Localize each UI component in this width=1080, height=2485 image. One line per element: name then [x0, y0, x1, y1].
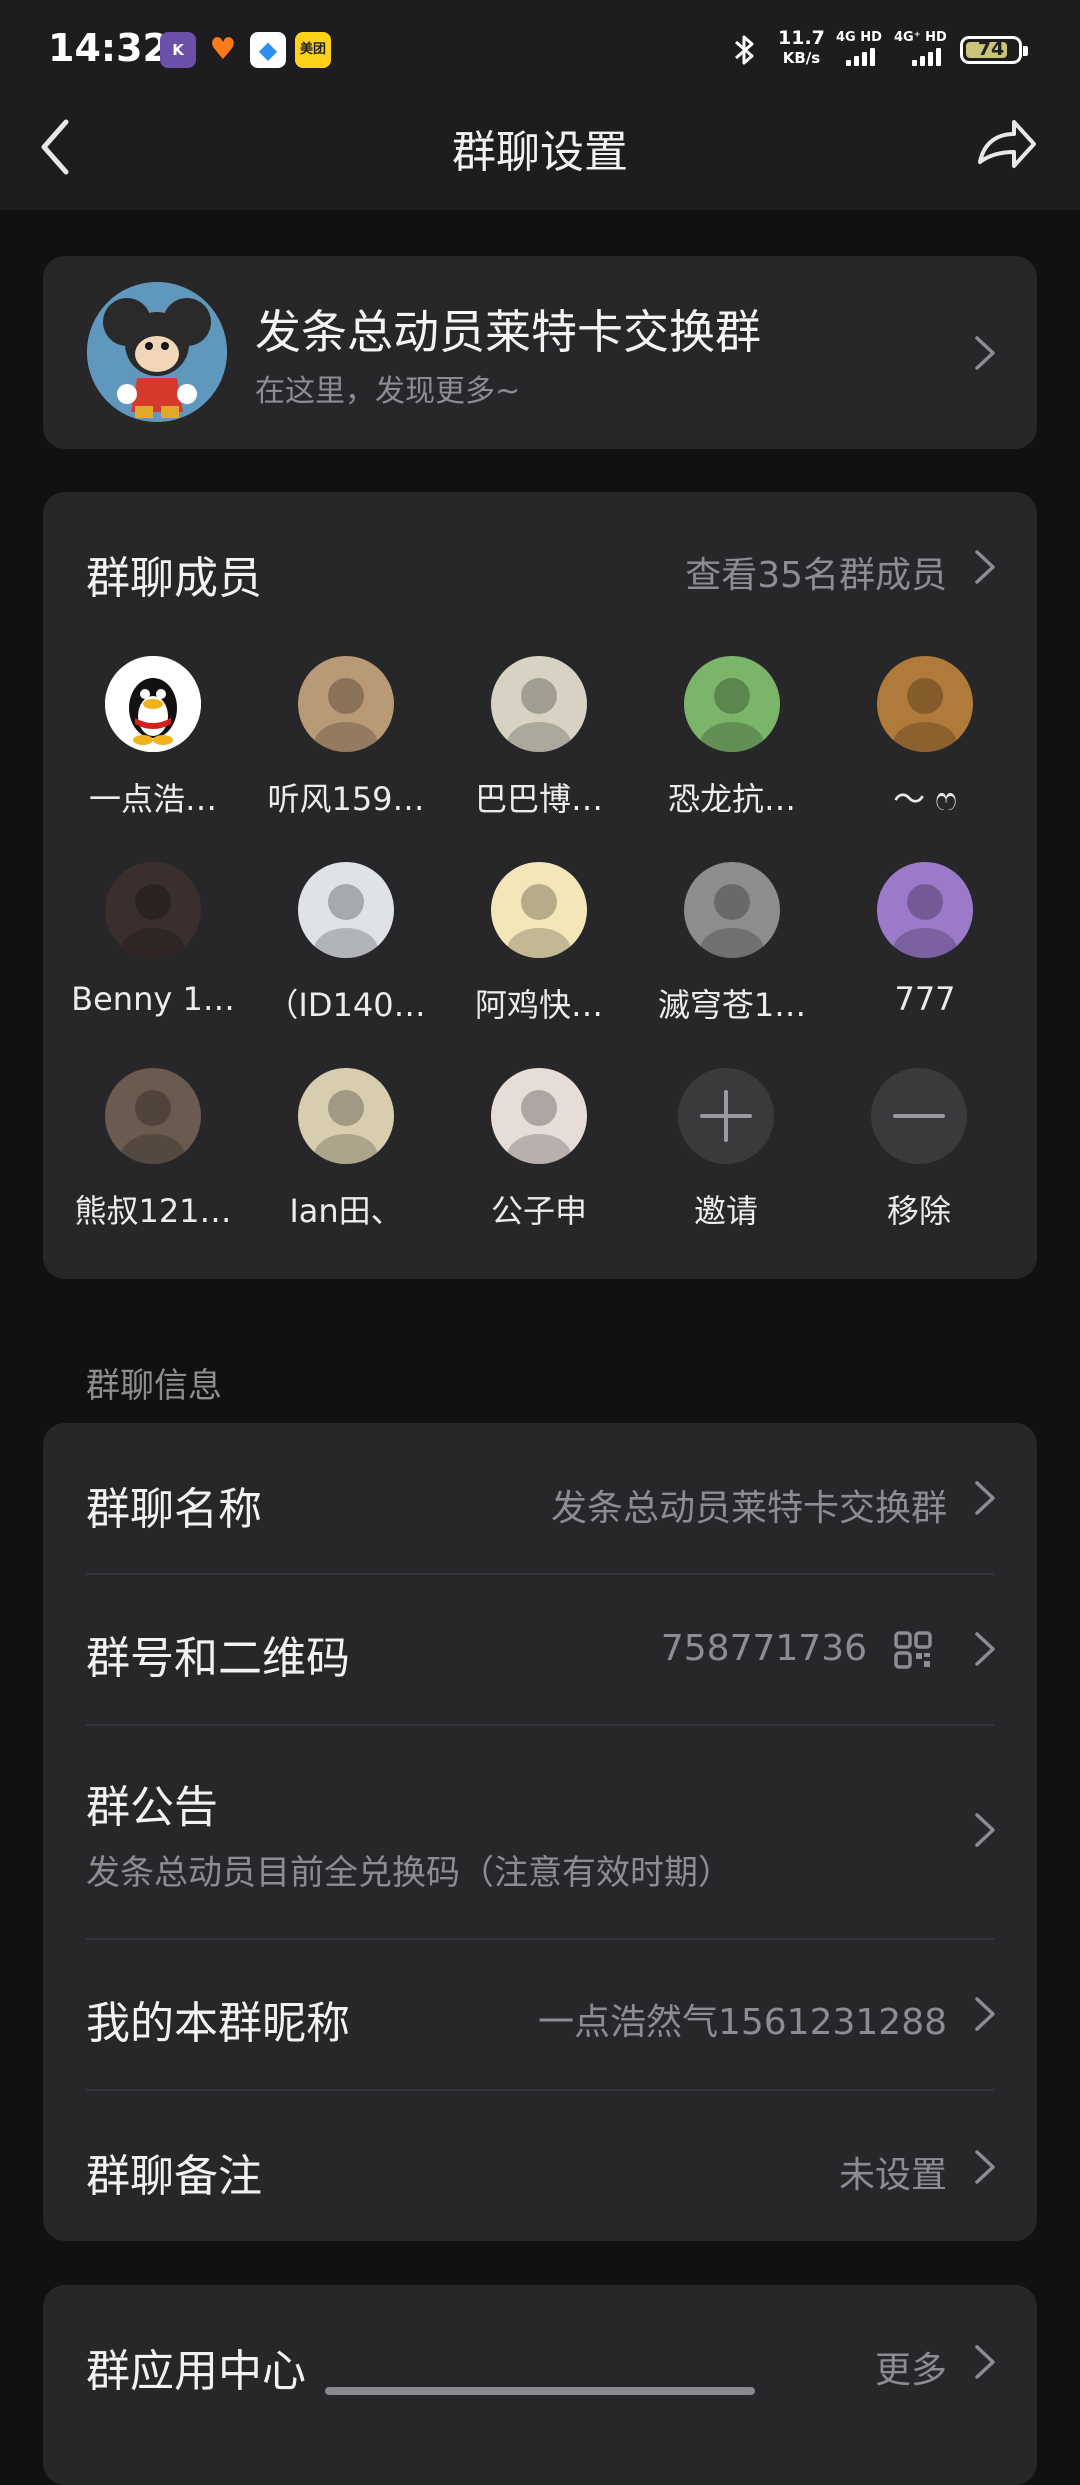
member-avatar [684, 862, 780, 958]
member-avatar [298, 1068, 394, 1164]
group-number-value: 758771736 [660, 1628, 867, 1669]
chevron-right-icon [975, 336, 995, 370]
view-all-members-link[interactable]: 查看35名群成员 [685, 546, 947, 598]
member-item[interactable]: Ian田、 [251, 1068, 441, 1232]
group-profile-card[interactable]: 发条总动员莱特卡交换群 在这里，发现更多~ [43, 256, 1037, 449]
member-avatar [491, 1068, 587, 1164]
group-info-card: 群聊名称 发条总动员莱特卡交换群 群号和二维码 758771736 群公告 发条… [43, 1423, 1037, 2241]
bluetooth-icon [735, 35, 754, 65]
member-item[interactable]: 巴巴博… [444, 656, 634, 820]
member-avatar [298, 656, 394, 752]
group-info-section-label: 群聊信息 [86, 1366, 222, 1406]
group-notice-value: 发条总动员目前全兑换码（注意有效时期） [86, 1853, 732, 1893]
group-remark-value: 未设置 [838, 2155, 947, 2196]
group-avatar [87, 282, 227, 422]
member-avatar [105, 862, 201, 958]
minus-icon [871, 1068, 967, 1164]
group-apps-card[interactable]: 群应用中心 更多 [43, 2285, 1037, 2485]
member-item[interactable]: 阿鸡快… [444, 862, 634, 1026]
group-notice-label: 群公告 [86, 1782, 218, 1833]
group-remark-row[interactable]: 群聊备注 未设置 [43, 2090, 1037, 2240]
my-nickname-value: 一点浩然气1561231288 [537, 2002, 947, 2043]
member-avatar [877, 656, 973, 752]
chevron-right-icon[interactable] [973, 548, 997, 586]
member-name: 恐龙抗… [667, 780, 796, 818]
group-apps-label: 群应用中心 [86, 2346, 306, 2397]
chevron-right-icon [975, 1632, 995, 1666]
member-item[interactable]: 777 [830, 862, 1020, 1018]
heart-app-icon: ♥ [209, 32, 237, 67]
member-name: 阿鸡快… [474, 986, 603, 1024]
member-name: Benny 1… [71, 980, 235, 1018]
invite-label: 邀请 [693, 1192, 758, 1230]
member-name: 听风159… [267, 780, 425, 818]
members-title: 群聊成员 [86, 553, 262, 604]
member-avatar [877, 862, 973, 958]
k-app-icon: K [160, 32, 196, 68]
member-name: 巴巴博… [474, 780, 603, 818]
group-number-label: 群号和二维码 [86, 1633, 350, 1684]
my-nickname-row[interactable]: 我的本群昵称 一点浩然气1561231288 [43, 1939, 1037, 2089]
group-notice-row[interactable]: 群公告 发条总动员目前全兑换码（注意有效时期） [43, 1725, 1037, 1938]
plus-icon [678, 1068, 774, 1164]
group-name-label: 群聊名称 [86, 1484, 262, 1535]
my-nickname-label: 我的本群昵称 [86, 1998, 350, 2049]
sim2-label: 4G⁺ HD [894, 30, 947, 45]
status-time: 14:32 [48, 26, 169, 70]
member-item[interactable]: Benny 1… [58, 862, 248, 1018]
member-item[interactable]: 一点浩… [58, 656, 248, 820]
member-name: 熊叔121… [74, 1192, 232, 1230]
chevron-right-icon [975, 2345, 995, 2379]
member-avatar [491, 656, 587, 752]
sim2-signal-icon [912, 48, 941, 66]
member-name: 一点浩… [88, 780, 217, 818]
chevron-right-icon [975, 1481, 995, 1515]
group-name-value: 发条总动员莱特卡交换群 [550, 1488, 947, 1529]
page-title: 群聊设置 [452, 127, 628, 178]
member-avatar [105, 1068, 201, 1164]
member-item[interactable]: 滅穹苍1… [637, 862, 827, 1026]
member-name: 滅穹苍1… [657, 986, 807, 1024]
sim1-label: 4G HD [836, 30, 882, 45]
remove-member-button[interactable]: 移除 [824, 1068, 1014, 1232]
member-avatar [298, 862, 394, 958]
qr-code-icon [894, 1631, 932, 1669]
sim1-signal-icon [846, 48, 875, 66]
member-item[interactable]: 熊叔121… [58, 1068, 248, 1232]
bird-app-icon: ◆ [250, 32, 286, 68]
home-indicator[interactable] [325, 2387, 755, 2395]
group-name: 发条总动员莱特卡交换群 [255, 305, 761, 359]
meituan-app-icon: 美团 [295, 32, 331, 68]
group-subtitle: 在这里，发现更多~ [255, 374, 521, 409]
member-item[interactable]: （ID140… [251, 862, 441, 1026]
member-name: ～ ෆ [893, 780, 957, 818]
group-number-row[interactable]: 群号和二维码 758771736 [43, 1574, 1037, 1724]
group-apps-more[interactable]: 更多 [875, 2341, 947, 2393]
member-item[interactable]: 公子申 [444, 1068, 634, 1232]
group-remark-label: 群聊备注 [86, 2151, 262, 2202]
member-item[interactable]: ～ ෆ [830, 656, 1020, 820]
status-bar: 14:32 K ♥ ◆ 美团 11.7 KB/s 4G HD 4G⁺ HD 74 [0, 0, 1080, 100]
invite-member-button[interactable]: 邀请 [631, 1068, 821, 1232]
chevron-right-icon [975, 1997, 995, 2031]
member-name: 公子申 [490, 1192, 587, 1230]
member-name: Ian田、 [289, 1192, 403, 1230]
chevron-right-icon [975, 2150, 995, 2184]
member-item[interactable]: 恐龙抗… [637, 656, 827, 820]
member-avatar [105, 656, 201, 752]
chevron-right-icon [975, 1813, 995, 1847]
member-name: （ID140… [266, 986, 426, 1024]
group-name-row[interactable]: 群聊名称 发条总动员莱特卡交换群 [43, 1423, 1037, 1573]
share-icon[interactable] [974, 112, 1040, 178]
battery-icon: 74 [960, 36, 1028, 64]
network-speed: 11.7 KB/s [778, 27, 825, 67]
member-avatar [491, 862, 587, 958]
members-card: 群聊成员 查看35名群成员 一点浩… 听风159… 巴巴博… 恐龙抗… ～ ෆ Benny… [43, 492, 1037, 1279]
member-avatar [684, 656, 780, 752]
member-item[interactable]: 听风159… [251, 656, 441, 820]
member-name: 777 [894, 980, 956, 1018]
remove-label: 移除 [886, 1192, 951, 1230]
